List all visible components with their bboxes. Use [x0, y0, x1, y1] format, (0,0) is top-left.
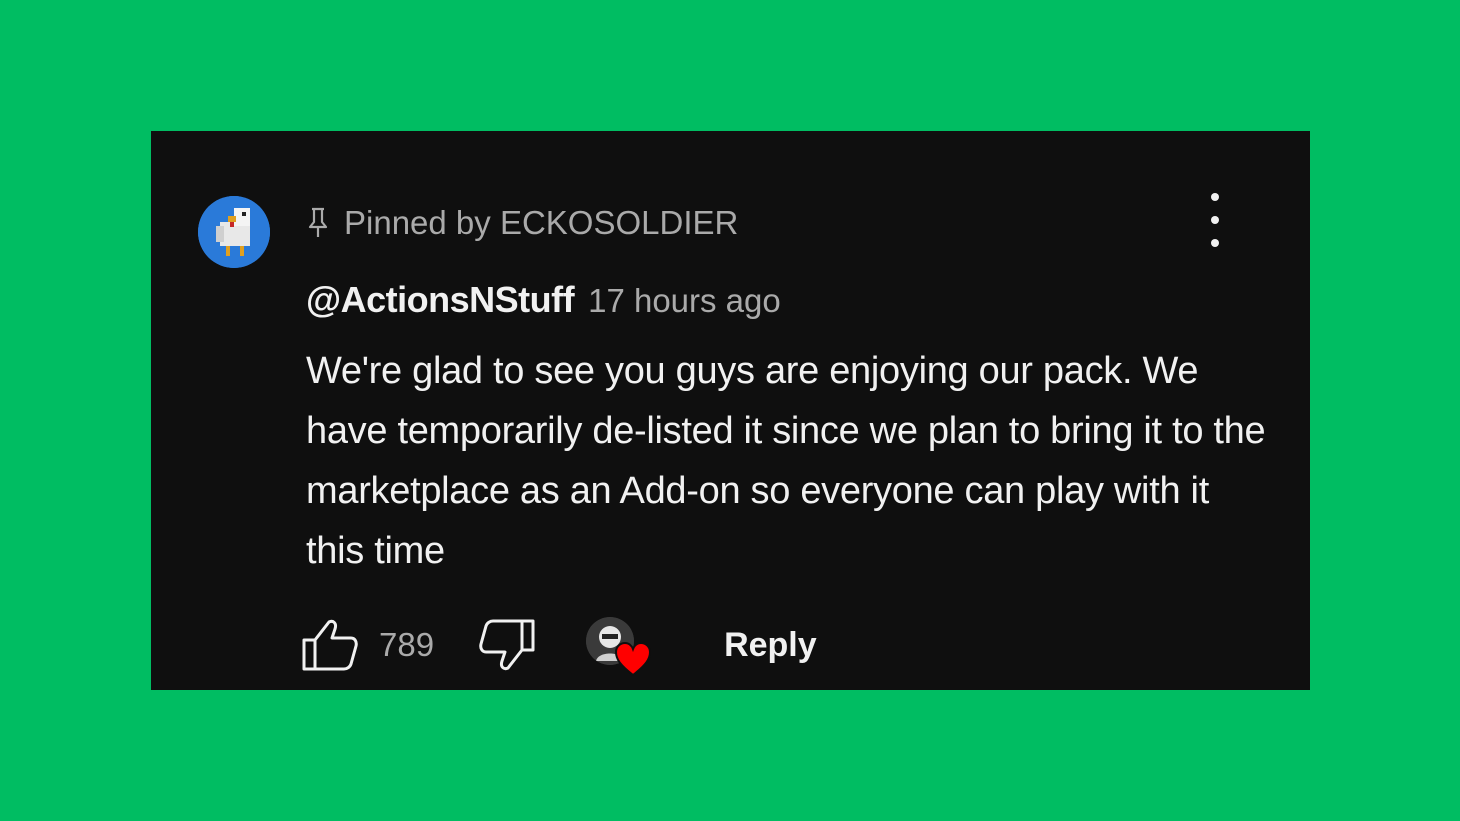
like-count: 789 — [379, 626, 435, 663]
comment-timestamp[interactable]: 17 hours ago — [588, 282, 781, 320]
creator-heart-icon — [615, 641, 652, 677]
thumb-down-icon — [479, 619, 535, 671]
author-name[interactable]: @ActionsNStuff — [306, 279, 575, 321]
dislike-button[interactable] — [478, 618, 536, 672]
reply-button[interactable]: Reply — [724, 626, 817, 665]
comment-meta: @ActionsNStuff 17 hours ago — [306, 279, 781, 321]
comment-text: We're glad to see you guys are enjoying … — [306, 350, 1266, 572]
comment-actions: 789 Reply — [301, 615, 817, 677]
author-avatar[interactable] — [198, 196, 270, 268]
comment-card: Pinned by ECKOSOLDIER @ActionsNStuff 17 … — [151, 131, 1310, 690]
pin-icon — [306, 206, 330, 240]
chicken-avatar-icon — [198, 196, 270, 268]
pinned-label: Pinned by ECKOSOLDIER — [344, 204, 739, 241]
more-vert-icon[interactable] — [1197, 193, 1233, 247]
thumb-up-icon — [302, 619, 358, 671]
like-button[interactable] — [301, 618, 359, 672]
pinned-indicator: Pinned by ECKOSOLDIER — [306, 204, 738, 242]
creator-heart-badge[interactable] — [586, 615, 654, 677]
